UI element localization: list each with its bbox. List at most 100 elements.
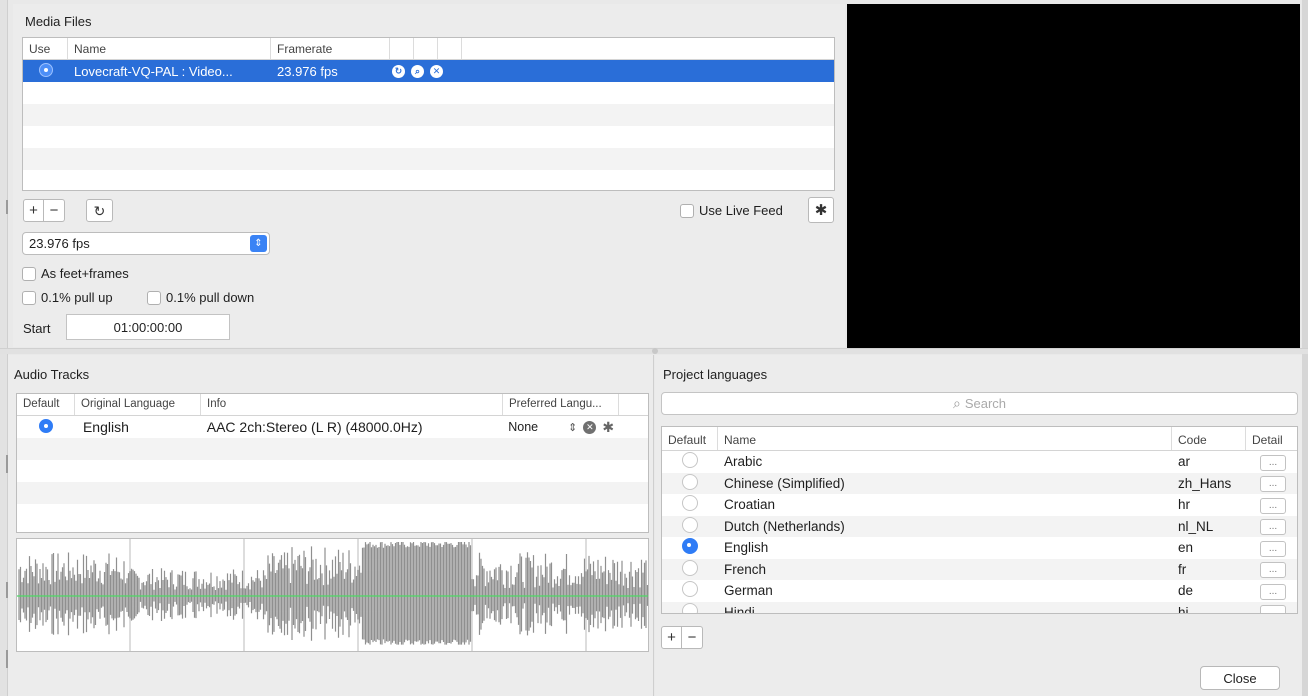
column-preferred-language[interactable]: Preferred Langu... — [503, 394, 619, 415]
remove-media-button[interactable]: − — [44, 199, 65, 222]
default-radio[interactable] — [682, 473, 698, 490]
media-name: Lovecraft-VQ-PAL : Video... — [74, 63, 233, 79]
detail-button[interactable]: ... — [1260, 605, 1286, 613]
default-cell — [662, 538, 718, 557]
table-row[interactable] — [23, 104, 834, 126]
language-code: fr — [1178, 561, 1187, 577]
language-row[interactable]: Dutch (Netherlands) nl_NL... — [662, 515, 1297, 537]
refresh-button[interactable]: ↻ — [86, 199, 113, 222]
table-row[interactable] — [17, 438, 648, 460]
live-feed-settings-button[interactable]: ✱ — [808, 197, 834, 223]
pull-down-checkbox[interactable] — [147, 290, 161, 305]
language-row[interactable]: Chinese (Simplified) zh_Hans... — [662, 472, 1297, 494]
start-timecode-field[interactable]: 01:00:00:00 — [66, 314, 230, 340]
pull-up-option[interactable]: 0.1% pull up — [22, 290, 113, 305]
language-row[interactable]: Croatian hr... — [662, 494, 1297, 516]
column-detail[interactable]: Detail — [1246, 427, 1296, 450]
pull-up-checkbox[interactable] — [22, 290, 36, 305]
language-name: French — [724, 561, 767, 577]
column-original-language[interactable]: Original Language — [75, 394, 201, 415]
language-row[interactable]: Arabic ar... — [662, 451, 1297, 473]
detail-button[interactable]: ... — [1260, 519, 1286, 536]
audio-waveform[interactable] — [16, 538, 649, 652]
detail-button[interactable]: ... — [1260, 540, 1286, 557]
stepper-icon: ⇕ — [250, 235, 267, 252]
audio-table-header: Default Original Language Info Preferred… — [17, 394, 648, 416]
column-name[interactable]: Name — [68, 38, 271, 59]
divider-grip[interactable] — [652, 348, 658, 354]
media-table-header: Use Name Framerate — [23, 38, 834, 60]
language-code: de — [1178, 583, 1194, 599]
add-media-button[interactable]: + — [23, 199, 44, 222]
reveal-icon[interactable]: ⌕ — [411, 64, 424, 78]
start-label: Start — [23, 321, 51, 336]
as-feet-frames-checkbox[interactable] — [22, 266, 36, 281]
use-cell — [23, 62, 68, 80]
column-use[interactable]: Use — [23, 38, 68, 59]
close-button[interactable]: Close — [1200, 666, 1280, 690]
table-row[interactable] — [23, 126, 834, 148]
as-feet-frames-option[interactable]: As feet+frames — [22, 266, 129, 281]
table-row[interactable] — [17, 460, 648, 482]
detail-button[interactable]: ... — [1260, 497, 1286, 514]
language-search-field[interactable]: ⌕ Search — [661, 392, 1298, 415]
default-radio[interactable] — [682, 581, 698, 598]
pull-down-option[interactable]: 0.1% pull down — [147, 290, 254, 305]
default-radio[interactable] — [682, 452, 698, 469]
column-info[interactable]: Info — [201, 394, 503, 415]
remove-icon[interactable]: ✕ — [583, 420, 597, 434]
table-row[interactable] — [23, 82, 834, 104]
language-code: ar — [1178, 454, 1191, 470]
use-radio[interactable] — [39, 62, 53, 77]
default-radio[interactable] — [682, 516, 698, 533]
media-files-table[interactable]: Use Name Framerate Lovecraft-VQ-PAL : Vi… — [22, 37, 835, 191]
column-framerate[interactable]: Framerate — [271, 38, 390, 59]
detail-button[interactable]: ... — [1260, 476, 1286, 493]
add-language-button[interactable]: + — [661, 626, 682, 649]
column-code[interactable]: Code — [1172, 427, 1246, 450]
pull-up-label: 0.1% pull up — [41, 290, 113, 305]
remove-language-button[interactable]: − — [682, 626, 703, 649]
column-action-3[interactable] — [438, 38, 462, 59]
media-files-panel: Media Files Use Name Framerate Lovecraft… — [13, 4, 845, 347]
use-live-feed[interactable]: Use Live Feed — [680, 203, 783, 218]
audio-tracks-table[interactable]: Default Original Language Info Preferred… — [16, 393, 649, 533]
default-radio[interactable] — [682, 538, 698, 555]
audio-tracks-panel: Audio Tracks Default Original Language I… — [8, 355, 654, 696]
audio-track-row[interactable]: English AAC 2ch:Stereo (L R) (48000.0Hz)… — [17, 416, 648, 438]
column-action-2[interactable] — [414, 38, 438, 59]
default-radio[interactable] — [682, 602, 698, 613]
table-row[interactable] — [17, 482, 648, 504]
table-row[interactable] — [23, 148, 834, 170]
language-row[interactable]: English en... — [662, 537, 1297, 559]
preferred-language-value[interactable]: None — [502, 420, 568, 434]
column-action-1[interactable] — [390, 38, 414, 59]
table-row[interactable] — [23, 170, 834, 190]
language-row[interactable]: German de... — [662, 580, 1297, 602]
refresh-icon[interactable]: ↻ — [392, 64, 405, 78]
media-row-actions: ↻ ⌕ ✕ — [390, 64, 462, 78]
table-row[interactable] — [17, 504, 648, 526]
languages-table[interactable]: Default Name Code Detail Arabic ar... Chin… — [661, 426, 1298, 614]
stepper-icon[interactable]: ⇕ — [568, 421, 577, 434]
column-default[interactable]: Default — [662, 427, 718, 450]
remove-icon[interactable]: ✕ — [430, 64, 443, 78]
live-feed-checkbox[interactable] — [680, 203, 694, 218]
detail-button[interactable]: ... — [1260, 454, 1286, 471]
detail-cell: ... — [1246, 603, 1296, 613]
language-name: Chinese (Simplified) — [724, 475, 845, 491]
default-radio[interactable] — [682, 559, 698, 576]
default-radio[interactable] — [39, 418, 53, 433]
column-default[interactable]: Default — [17, 394, 75, 415]
detail-button[interactable]: ... — [1260, 583, 1286, 600]
language-row[interactable]: French fr... — [662, 558, 1297, 580]
detail-button[interactable]: ... — [1260, 562, 1286, 579]
media-row[interactable]: Lovecraft-VQ-PAL : Video... 23.976 fps ↻… — [23, 60, 834, 82]
framerate-select[interactable]: 23.976 fps ⇕ — [22, 232, 270, 255]
language-row[interactable]: Hindi hi... — [662, 601, 1297, 613]
gear-icon[interactable]: ✱ — [602, 419, 614, 436]
default-cell — [662, 516, 718, 536]
column-name[interactable]: Name — [718, 427, 1172, 450]
language-code: en — [1178, 540, 1194, 556]
default-radio[interactable] — [682, 495, 698, 512]
